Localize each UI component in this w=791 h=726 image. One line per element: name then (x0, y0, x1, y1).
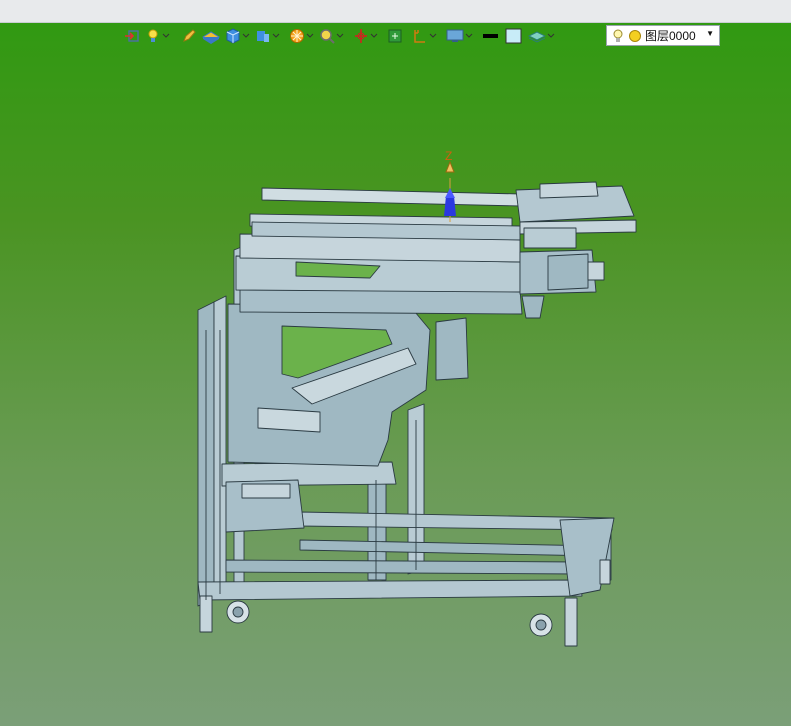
3d-viewport[interactable]: Z (0, 0, 791, 726)
axis-z-label: Z (445, 149, 452, 163)
machine-model (197, 181, 637, 647)
